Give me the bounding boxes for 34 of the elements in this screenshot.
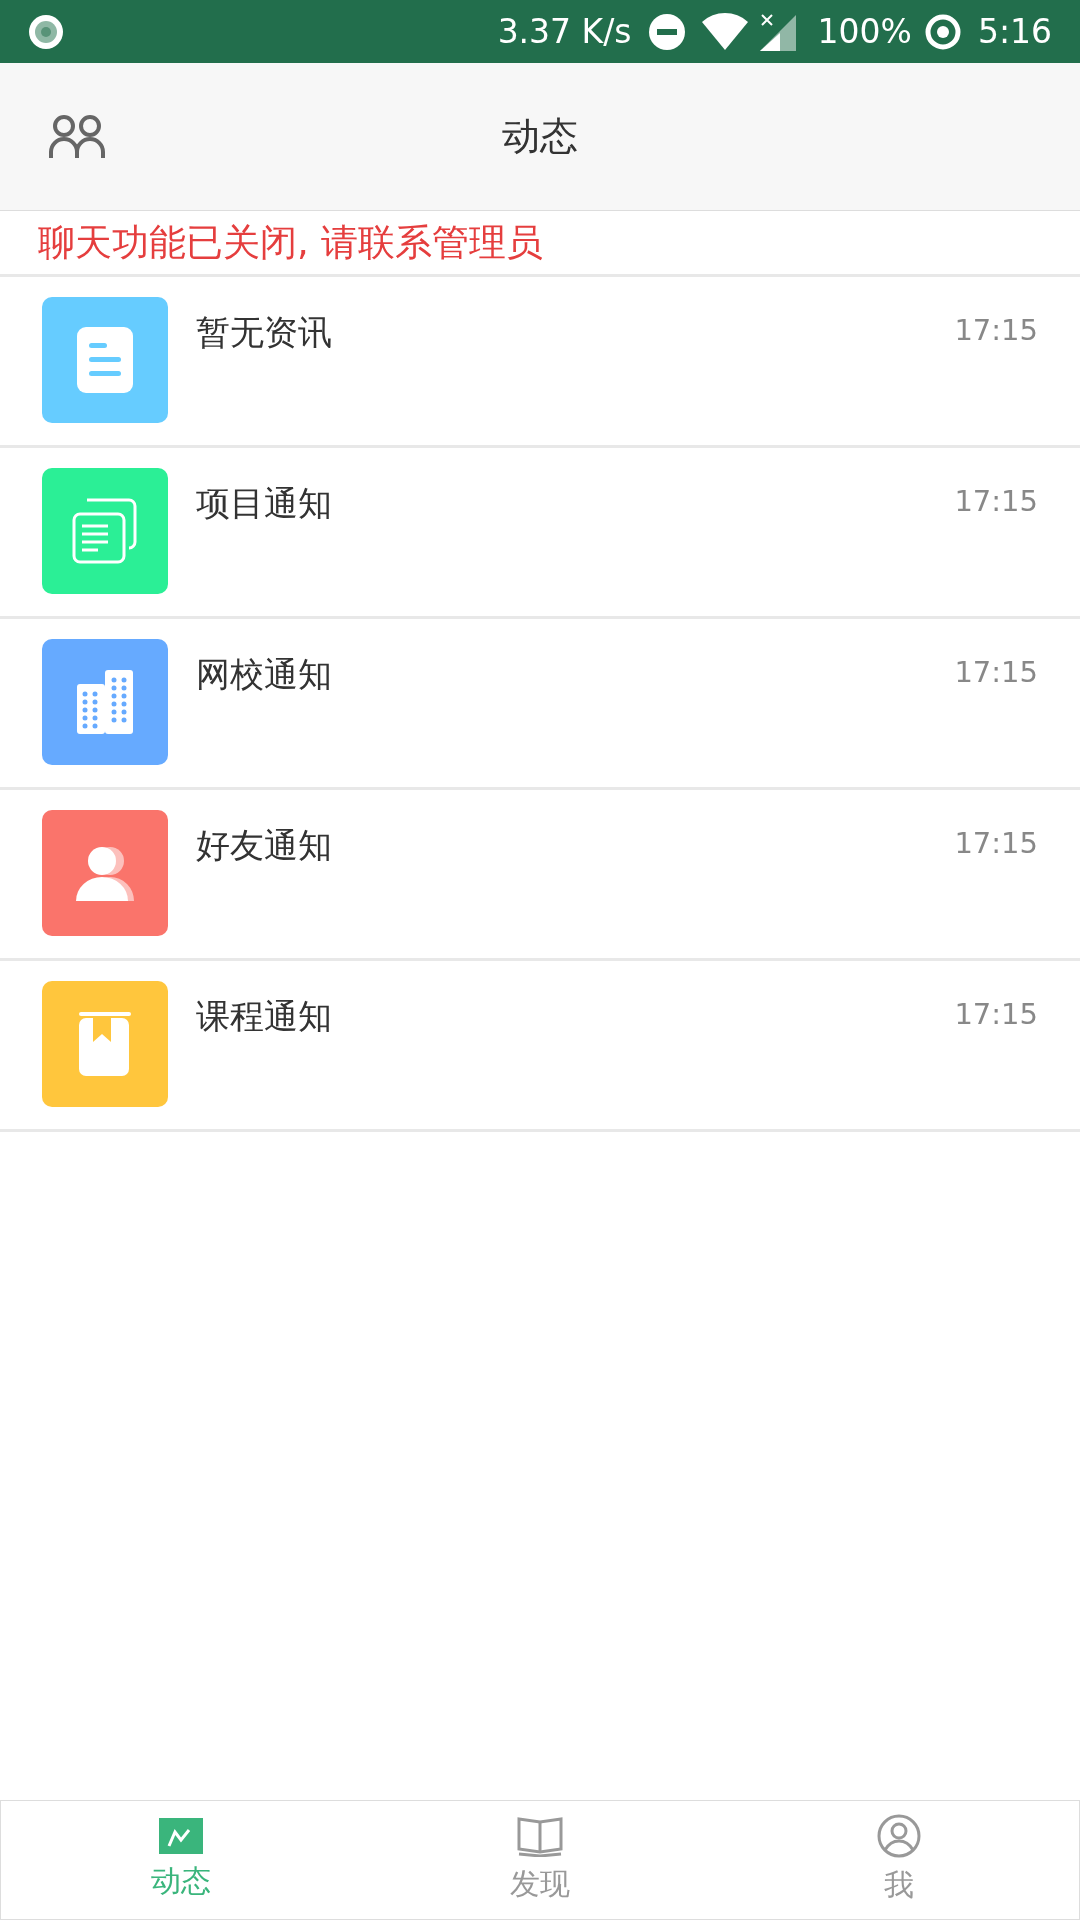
row-time: 17:15 (954, 825, 1038, 862)
wifi-icon (701, 11, 748, 52)
row-time: 17:15 (954, 996, 1038, 1033)
building-icon (77, 670, 133, 734)
message-row[interactable]: 网校通知 17:15 (0, 619, 1080, 790)
row-time: 17:15 (954, 654, 1038, 691)
do-not-disturb-icon (647, 12, 686, 51)
row-title: 好友通知 (196, 824, 333, 867)
message-row[interactable]: 暂无资讯 17:15 (0, 277, 1080, 448)
row-time: 17:15 (954, 312, 1038, 349)
person-icon (74, 845, 136, 901)
document-icon (77, 327, 133, 393)
message-row[interactable]: 项目通知 17:15 (0, 448, 1080, 619)
row-title: 暂无资讯 (196, 311, 333, 354)
network-speed: 3.37 K/s (497, 10, 632, 53)
message-row[interactable]: 好友通知 17:15 (0, 790, 1080, 961)
message-row[interactable]: 课程通知 17:15 (0, 961, 1080, 1132)
notice-text: 聊天功能已关闭, 请联系管理员 (38, 219, 543, 266)
bookmark-icon (79, 1012, 131, 1076)
row-title: 项目通知 (196, 482, 333, 525)
row-title: 课程通知 (196, 995, 333, 1038)
clock: 5:16 (977, 10, 1052, 53)
target-icon (923, 12, 962, 51)
people-icon (48, 113, 106, 160)
copies-icon (71, 496, 139, 566)
signal-icon (759, 12, 798, 51)
battery-level: 100% (817, 10, 912, 53)
page-title: 动态 (502, 113, 578, 160)
notification-icon (28, 13, 64, 50)
row-title: 网校通知 (196, 653, 333, 696)
book-icon (517, 1814, 563, 1857)
profile-icon (877, 1813, 922, 1858)
chart-icon (158, 1817, 203, 1854)
row-time: 17:15 (954, 483, 1038, 520)
